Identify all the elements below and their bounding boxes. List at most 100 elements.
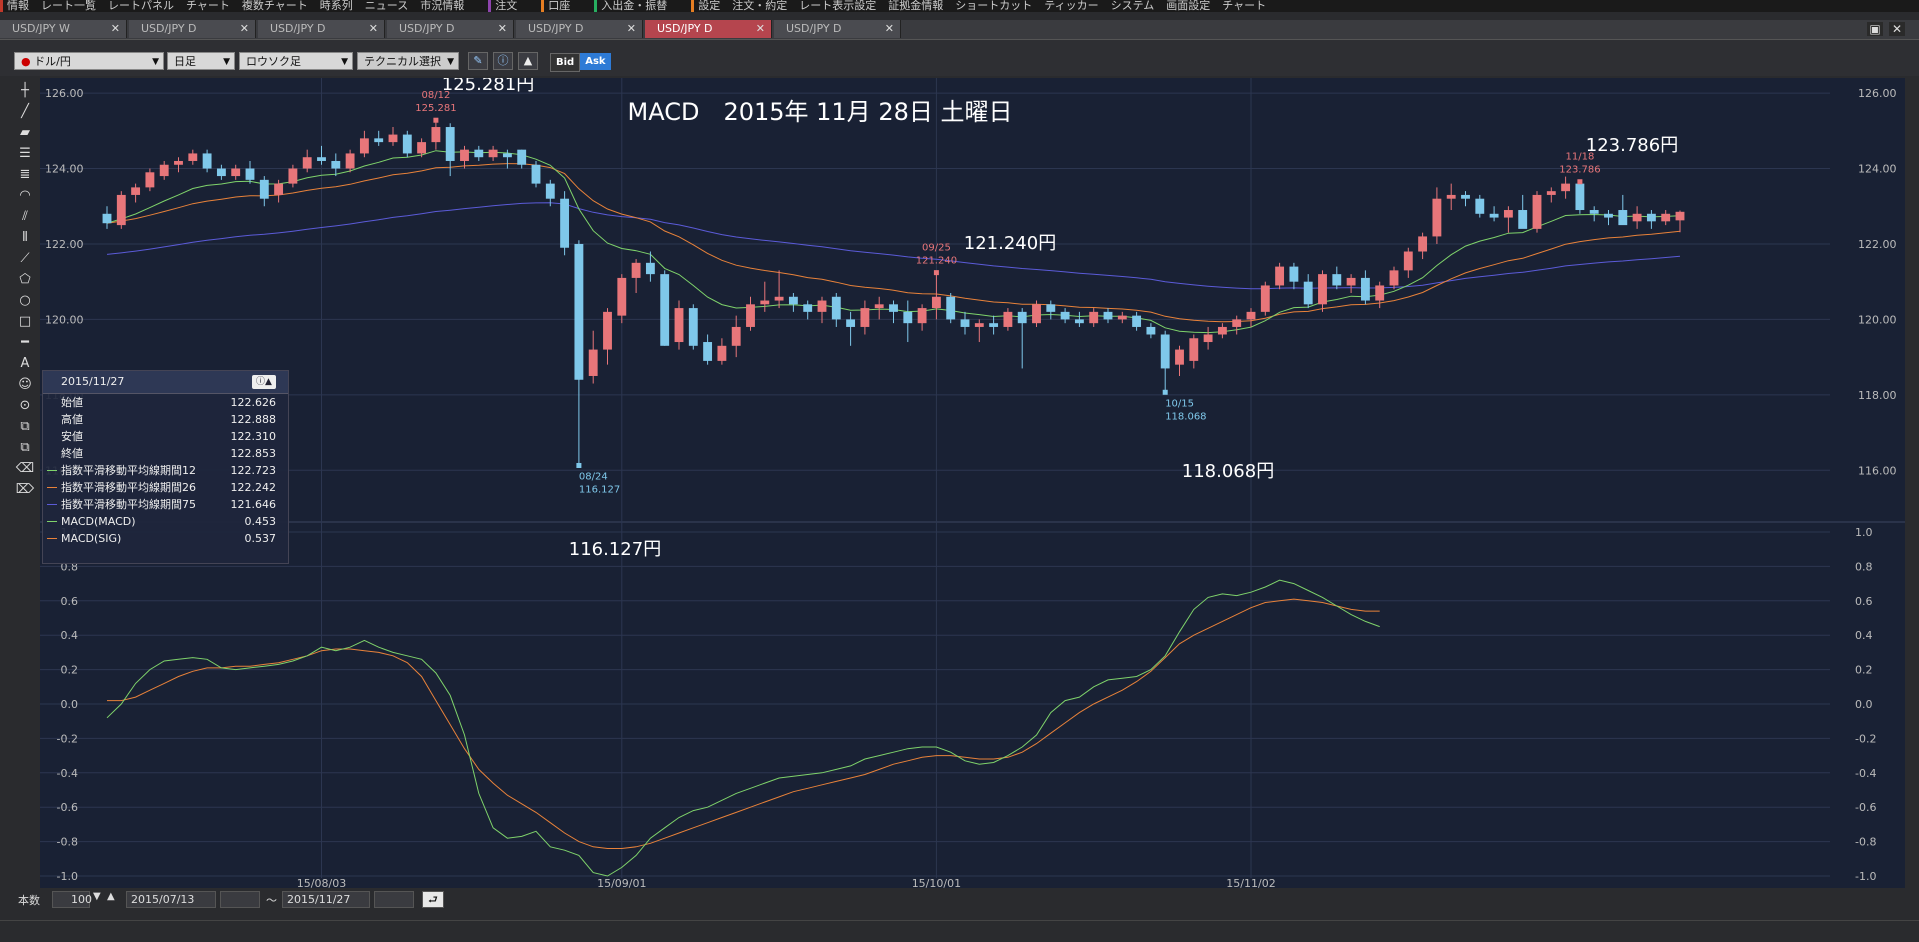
to-date-input[interactable]: 2015/11/27 xyxy=(282,891,370,908)
info-label: 指数平滑移動平均線期間12 xyxy=(61,464,196,477)
menu-item[interactable]: ティッカー xyxy=(1044,0,1098,11)
ask-button[interactable]: Ask xyxy=(580,53,611,70)
tab-close-icon[interactable]: ✕ xyxy=(756,20,765,38)
menu-item[interactable]: レート一覧 xyxy=(41,0,96,11)
info-value: 122.310 xyxy=(230,430,277,443)
bid-button[interactable]: Bid xyxy=(550,53,581,72)
menu-item[interactable]: ニュース xyxy=(365,0,408,11)
menu-item[interactable]: 市況情報 xyxy=(420,0,464,11)
candle-body xyxy=(1618,210,1628,226)
candle-body xyxy=(1360,277,1370,301)
chart-tab[interactable]: USD/JPY W ✕ xyxy=(0,20,127,38)
chart-tab[interactable]: USD/JPY D ✕ xyxy=(387,20,514,38)
pentagon-icon[interactable]: ⬠ xyxy=(14,269,36,291)
tab-close-icon[interactable]: ✕ xyxy=(240,20,249,38)
tab-close-icon[interactable]: ✕ xyxy=(111,20,120,38)
timeframe-label: 日足 xyxy=(174,55,196,68)
from-date-input[interactable]: 2015/07/13 xyxy=(126,891,216,908)
fan-icon[interactable]: ⫽ xyxy=(14,206,36,228)
refresh-button[interactable]: ⮐ xyxy=(422,891,444,908)
tab-close-icon[interactable]: ✕ xyxy=(885,20,894,38)
menu-item[interactable]: チャート xyxy=(186,0,230,11)
technical-select[interactable]: テクニカル選択 ▼ xyxy=(357,52,459,70)
chart-tab[interactable]: USD/JPY D ✕ xyxy=(129,20,256,38)
menu-item[interactable]: 時系列 xyxy=(320,0,353,11)
layers-icon[interactable]: ⧉ xyxy=(14,437,36,459)
smiley-icon[interactable]: ☺ xyxy=(14,374,36,396)
candle-body xyxy=(1546,191,1556,195)
tab-close-icon[interactable]: ✕ xyxy=(498,20,507,38)
menu-item[interactable]: 入出金・振替 xyxy=(601,0,667,11)
tab-close-icon[interactable]: ✕ xyxy=(369,20,378,38)
close-icon[interactable]: ✕ xyxy=(1889,22,1905,36)
chart-type-select[interactable]: ロウソク足 ▼ xyxy=(239,52,353,70)
chart-tab[interactable]: USD/JPY D ✕ xyxy=(774,20,901,38)
menu-item[interactable]: 設定 xyxy=(698,0,720,11)
ruler-icon[interactable]: ▰ xyxy=(14,122,36,144)
from-time-input[interactable] xyxy=(220,891,260,908)
currency-pair-select[interactable]: ● ドル/円 ▼ xyxy=(14,52,164,70)
extreme-date-label: 10/15 xyxy=(1165,398,1194,409)
price-chart: 126.00 126.00 124.00 124.00 122.00 122.00 120.… xyxy=(40,78,1905,888)
chart-tab[interactable]: USD/JPY D ✕ xyxy=(516,20,643,38)
info-row: 指数平滑移動平均線期間26 122.242 xyxy=(43,479,288,496)
arc-icon[interactable]: ◠ xyxy=(14,185,36,207)
candle-body xyxy=(1203,334,1213,343)
rectangle-icon[interactable]: □ xyxy=(14,311,36,333)
chart-style-button[interactable]: ▲ xyxy=(518,52,538,70)
to-time-input[interactable] xyxy=(374,891,414,908)
count-down-icon[interactable]: ▼ xyxy=(93,891,101,902)
candle-body xyxy=(1589,210,1599,214)
technical-label: テクニカル選択 xyxy=(364,55,441,68)
info-button[interactable]: ⓘ xyxy=(493,52,513,70)
menu-item[interactable]: システム xyxy=(1111,0,1155,11)
chart-tab[interactable]: USD/JPY D ✕ xyxy=(258,20,385,38)
tab-close-icon[interactable]: ✕ xyxy=(627,20,636,38)
maximize-icon[interactable]: ▣ xyxy=(1867,22,1883,36)
candle-body xyxy=(502,153,512,158)
menu-item[interactable]: 画面設定 xyxy=(1166,0,1210,11)
pitchfork-icon[interactable]: ⟋ xyxy=(14,248,36,270)
hlines-icon[interactable]: ☰ xyxy=(14,143,36,165)
candle-body xyxy=(1089,311,1099,324)
candle-body xyxy=(860,308,870,327)
candle-body xyxy=(588,349,598,376)
crosshair-icon[interactable]: ┼ xyxy=(14,80,36,102)
hlines-icon[interactable]: ≣ xyxy=(14,164,36,186)
chart-tab[interactable]: USD/JPY D ✕ xyxy=(645,20,772,38)
eraser-all-icon[interactable]: ⌦ xyxy=(14,479,36,501)
extreme-big-label: 123.786円 xyxy=(1586,135,1678,156)
copy-icon[interactable]: ⧉ xyxy=(14,416,36,438)
menu-item[interactable]: チャート xyxy=(1222,0,1266,11)
date-tick-label: 15/09/01 xyxy=(597,877,646,888)
candle-body xyxy=(1375,285,1385,301)
menu-item[interactable]: ショートカット xyxy=(955,0,1032,11)
circle-icon[interactable]: ○ xyxy=(14,290,36,312)
menu-item[interactable]: 複数チャート xyxy=(242,0,308,11)
line-icon[interactable]: ╱ xyxy=(14,101,36,123)
text-icon[interactable]: A xyxy=(14,353,36,375)
menu-item[interactable]: レートパネル xyxy=(108,0,174,11)
menu-item[interactable]: 証拠金情報 xyxy=(888,0,943,11)
draw-pen-button[interactable]: ✎ xyxy=(468,52,488,70)
legend-swatch xyxy=(47,538,57,539)
extreme-big-label: 121.240円 xyxy=(964,233,1056,254)
count-input[interactable]: 100 xyxy=(52,891,92,908)
magnet-icon[interactable]: ⊙ xyxy=(14,395,36,417)
hline-icon[interactable]: ━ xyxy=(14,332,36,354)
menu-item[interactable]: 注文・約定 xyxy=(732,0,787,11)
count-up-icon[interactable]: ▲ xyxy=(107,891,115,902)
timeframe-select[interactable]: 日足 ▼ xyxy=(167,52,235,70)
chart-area[interactable]: 126.00 126.00 124.00 124.00 122.00 122.00 120.… xyxy=(40,78,1905,888)
top-menu-bar: 情報 レート一覧 レートパネル チャート 複数チャート 時系列 ニュース 市況情報 注文 口座 入出… xyxy=(0,0,1919,12)
candle-body xyxy=(1675,211,1685,221)
eraser-icon[interactable]: ⌫ xyxy=(14,458,36,480)
menu-item[interactable]: 情報 xyxy=(7,0,29,11)
panel-toggle-icon[interactable]: ⓘ▲ xyxy=(252,375,276,389)
menu-item[interactable]: 口座 xyxy=(548,0,570,11)
vlines-icon[interactable]: ⦀ xyxy=(14,227,36,249)
menu-item[interactable]: 注文 xyxy=(495,0,517,11)
menu-item[interactable]: レート表示設定 xyxy=(799,0,876,11)
info-row: 高値 122.888 xyxy=(43,411,288,428)
extreme-price-label: 121.240 xyxy=(916,256,957,267)
